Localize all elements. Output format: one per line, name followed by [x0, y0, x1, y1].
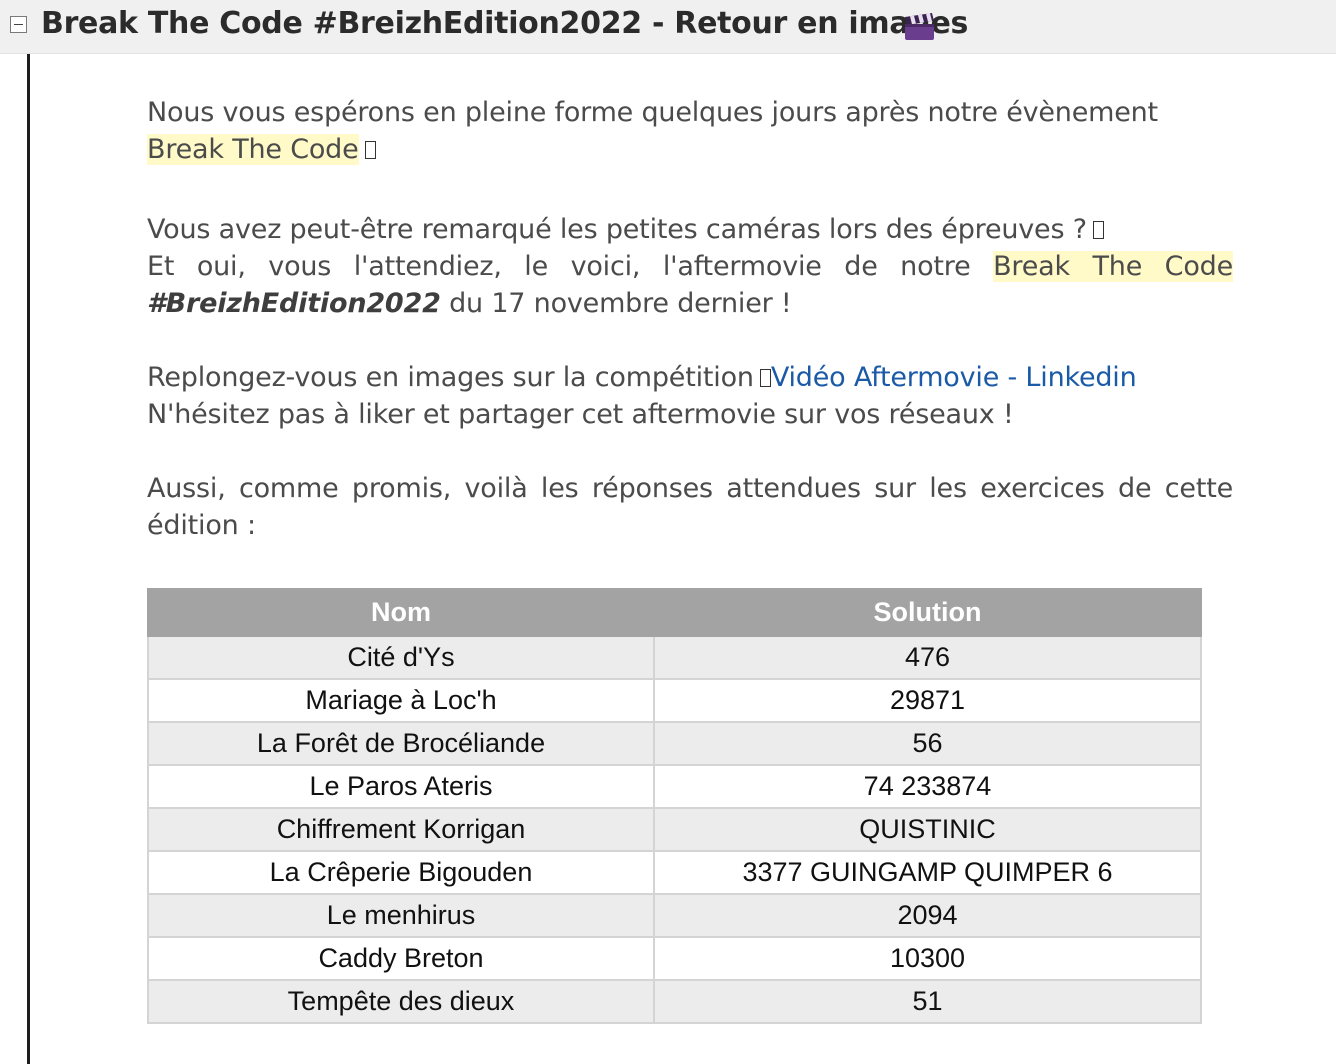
collapse-minus-icon[interactable]: [10, 16, 27, 33]
cell-nom: Chiffrement Korrigan: [147, 807, 655, 852]
paragraph-replay: Replongez-vous en images sur la compétit…: [147, 359, 1233, 396]
table-row: La Crêperie Bigouden 3377 GUINGAMP QUIMPE…: [147, 850, 1202, 895]
cell-solution: 10300: [653, 936, 1202, 981]
hashtag-edition: #BreizhEdition2022: [147, 288, 441, 319]
cell-nom: Le menhirus: [147, 893, 655, 938]
message-header: Break The Code #BreizhEdition2022 - Reto…: [0, 0, 1336, 54]
table-row: Chiffrement Korrigan QUISTINIC: [147, 807, 1202, 852]
cell-solution: 476: [653, 635, 1202, 680]
paragraph-cameras-line: Vous avez peut-être remarqué les petites…: [147, 211, 1233, 248]
missing-emoji-icon: [364, 141, 376, 159]
highlighted-event-name: Break The Code: [147, 134, 359, 165]
table-row: Mariage à Loc'h 29871: [147, 678, 1202, 723]
aftermovie-linkedin-link[interactable]: Vidéo Aftermovie - Linkedin: [771, 362, 1137, 393]
paragraph-share: N'hésitez pas à liker et partager cet af…: [147, 399, 1014, 430]
cell-nom: Le Paros Ateris: [147, 764, 655, 809]
highlighted-event-name: Break The Code: [993, 251, 1233, 282]
paragraph-aftermovie: Et oui, vous l'attendiez, le voici, l'af…: [147, 248, 1233, 322]
cell-solution: 74 233874: [653, 764, 1202, 809]
missing-emoji-icon: [759, 369, 771, 387]
cell-nom: Mariage à Loc'h: [147, 678, 655, 723]
table-row: Cité d'Ys 476: [147, 635, 1202, 680]
table-row: La Forêt de Brocéliande 56: [147, 721, 1202, 766]
paragraph-answers-intro: Aussi, comme promis, voilà les réponses …: [147, 473, 1233, 541]
paragraph-intro: Nous vous espérons en pleine forme quelq…: [147, 94, 1233, 168]
solutions-table: Nom Solution Cité d'Ys 476 Mariage à Loc'…: [147, 588, 1202, 1024]
cell-solution: 29871: [653, 678, 1202, 723]
table-header-row: Nom Solution: [147, 588, 1202, 637]
cell-nom: Cité d'Ys: [147, 635, 655, 680]
cell-solution: 51: [653, 979, 1202, 1024]
table-row: Tempête des dieux 51: [147, 979, 1202, 1024]
cell-nom: Caddy Breton: [147, 936, 655, 981]
cell-solution: 3377 GUINGAMP QUIMPER 6: [653, 850, 1202, 895]
column-header-nom: Nom: [147, 588, 655, 637]
aftermovie-date-text: du 17 novembre dernier !: [440, 288, 792, 319]
column-header-solution: Solution: [653, 588, 1202, 637]
cell-nom: La Crêperie Bigouden: [147, 850, 655, 895]
replay-text: Replongez-vous en images sur la compétit…: [147, 362, 754, 393]
message-title: Break The Code #BreizhEdition2022 - Reto…: [41, 6, 969, 41]
intro-text: Nous vous espérons en pleine forme quelq…: [147, 97, 1158, 128]
cell-solution: 2094: [653, 893, 1202, 938]
message-body: Nous vous espérons en pleine forme quelq…: [147, 94, 1233, 544]
clapper-board-icon: [905, 13, 934, 40]
cameras-text: Vous avez peut-être remarqué les petites…: [147, 214, 1087, 245]
cell-nom: Tempête des dieux: [147, 979, 655, 1024]
table-row: Caddy Breton 10300: [147, 936, 1202, 981]
aftermovie-text: Et oui, vous l'attendiez, le voici, l'af…: [147, 251, 994, 282]
cell-solution: QUISTINIC: [653, 807, 1202, 852]
missing-emoji-icon: [1092, 221, 1104, 239]
table-row: Le Paros Ateris 74 233874: [147, 764, 1202, 809]
table-row: Le menhirus 2094: [147, 893, 1202, 938]
cell-nom: La Forêt de Brocéliande: [147, 721, 655, 766]
thread-indent-line: [27, 54, 30, 1064]
cell-solution: 56: [653, 721, 1202, 766]
